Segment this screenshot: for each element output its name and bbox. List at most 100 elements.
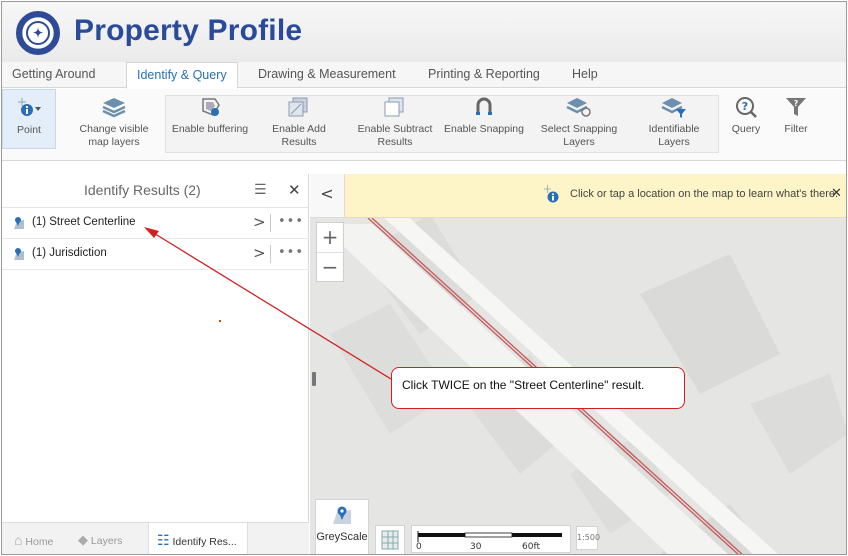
point-tool-button[interactable]: Point [2,89,56,149]
basemap-pin-icon [333,506,351,524]
magnet-icon [476,97,492,115]
filter-label: Filter [784,123,808,135]
panel-header: Identify Results (2) ☰ ✕ [2,174,309,208]
tab-help[interactable]: Help [572,67,598,81]
map-canvas [310,174,846,554]
scale-label-60: 60ft [522,542,540,552]
subtract-results-label-1: Enable Subtract [357,123,433,135]
info-text: Click or tap a location on the map to le… [570,188,839,200]
snapping-label: Enable Snapping [444,123,524,135]
map-pin-icon [14,248,24,260]
basemap-switcher[interactable]: GreyScale [315,499,369,554]
scale-label-0: 0 [416,542,422,552]
svg-text:?: ? [742,100,748,113]
subtract-results-icon [384,97,404,117]
app-header: ✦ Property Profile [2,2,846,62]
result-row-street-centerline[interactable]: (1) Street Centerline > ••• [2,208,309,239]
city-seal-icon: ✦ [16,11,60,55]
grid-ruler-icon [381,530,399,550]
add-results-label-2: Results [281,136,317,148]
instruction-callout: Click TWICE on the "Street Centerline" r… [391,367,685,409]
buffer-icon [202,98,220,116]
result-label: (1) Jurisdiction [32,247,107,259]
change-layers-button[interactable]: Change visible map layers [64,95,164,149]
info-banner: Click or tap a location on the map to le… [345,174,846,218]
query-icon: ? [736,97,757,118]
zoom-in-button[interactable]: + [317,223,343,252]
add-results-icon [288,97,308,117]
bottom-tab-identify[interactable]: ☷ Identify Res... [148,523,248,554]
scale-label-30: 30 [470,542,482,552]
identify-list-icon: ☷ [157,532,170,548]
identifiable-label-2: Layers [658,136,690,148]
identifiable-label-1: Identifiable [648,123,700,135]
scale-bar-graphic [417,531,562,542]
snapping-layers-icon [566,98,591,117]
app-window: ✦ Property Profile Getting Around Identi… [1,1,847,555]
filter-icon: ? [786,98,806,116]
tab-printing-reporting[interactable]: Printing & Reporting [428,67,540,81]
tab-identify-query[interactable]: Identify & Query [126,62,238,89]
layers-icon: ◆ [78,532,88,547]
layers-label: Layers [90,535,123,547]
more-options-icon[interactable]: ••• [278,245,304,260]
point-info-icon [18,98,41,116]
hamburger-menu-icon[interactable]: ☰ [254,182,267,198]
collapse-panel-button[interactable]: < [310,174,345,218]
zoom-control: + − [316,222,344,282]
map-view[interactable]: < Click or tap a location on the map to … [310,174,846,554]
result-row-jurisdiction[interactable]: (1) Jurisdiction > ••• [2,239,309,270]
divider [270,214,271,232]
query-button[interactable]: ? Query [724,95,768,136]
basemap-label: GreyScale [316,531,368,543]
panel-resize-handle[interactable] [312,372,316,386]
enable-add-results-button[interactable]: Enable Add Results [256,95,342,149]
bottom-tab-layers[interactable]: ◆ Layers [78,532,122,548]
enable-buffering-button[interactable]: Enable buffering [170,95,250,136]
scale-bar: 0 30 60ft [411,525,571,553]
zoom-out-button[interactable]: − [317,252,343,281]
stray-dot [219,320,221,322]
panel-title: Identify Results (2) [84,182,201,198]
point-label: Point [17,124,41,136]
bottom-tab-home[interactable]: ⌂ Home [14,532,53,548]
scale-settings-button[interactable] [375,525,405,554]
result-label: (1) Street Centerline [32,216,136,228]
layers-icon [102,98,126,118]
map-pin-icon [14,217,24,229]
identify-results-panel: Identify Results (2) ☰ ✕ (1) Street Cent… [2,174,309,554]
identifiable-layers-icon [661,98,686,118]
tab-getting-around[interactable]: Getting Around [12,67,95,81]
ribbon-tabs: Getting Around Identify & Query Drawing … [2,62,846,89]
chevron-right-icon[interactable]: > [253,244,266,262]
add-results-label-1: Enable Add [272,123,326,135]
chevron-right-icon[interactable]: > [253,213,266,231]
enable-snapping-button[interactable]: Enable Snapping [444,95,524,136]
home-icon: ⌂ [14,532,23,548]
toolbar: Point Change visible map layers Enable b… [2,89,846,161]
svg-text:?: ? [794,99,799,108]
query-label: Query [731,123,761,135]
buffering-label: Enable buffering [171,123,249,135]
tab-drawing-measurement[interactable]: Drawing & Measurement [258,67,396,81]
filter-button[interactable]: ? Filter [774,95,818,136]
close-panel-icon[interactable]: ✕ [288,181,301,199]
divider [270,245,271,263]
identifiable-layers-button[interactable]: Identifiable Layers [636,95,712,149]
close-icon[interactable]: ✕ [831,186,842,201]
subtract-results-label-2: Results [377,136,413,148]
point-info-icon [544,185,559,203]
change-layers-label-2: map layers [88,136,140,148]
app-title: Property Profile [74,14,303,47]
callout-text: Click TWICE on the "Street Centerline" r… [402,378,645,392]
select-snapping-label-1: Select Snapping [540,123,618,135]
enable-subtract-results-button[interactable]: Enable Subtract Results [352,95,438,149]
identify-label: Identify Res... [172,536,237,548]
change-layers-label-1: Change visible [79,123,149,135]
panel-bottom-tabs: ⌂ Home ◆ Layers ☷ Identify Res... [2,522,309,554]
scale-ratio-button[interactable]: 1:500 [576,526,600,550]
home-label: Home [25,536,54,548]
more-options-icon[interactable]: ••• [278,214,304,229]
select-snapping-label-2: Layers [563,136,595,148]
select-snapping-layers-button[interactable]: Select Snapping Layers [532,95,626,149]
